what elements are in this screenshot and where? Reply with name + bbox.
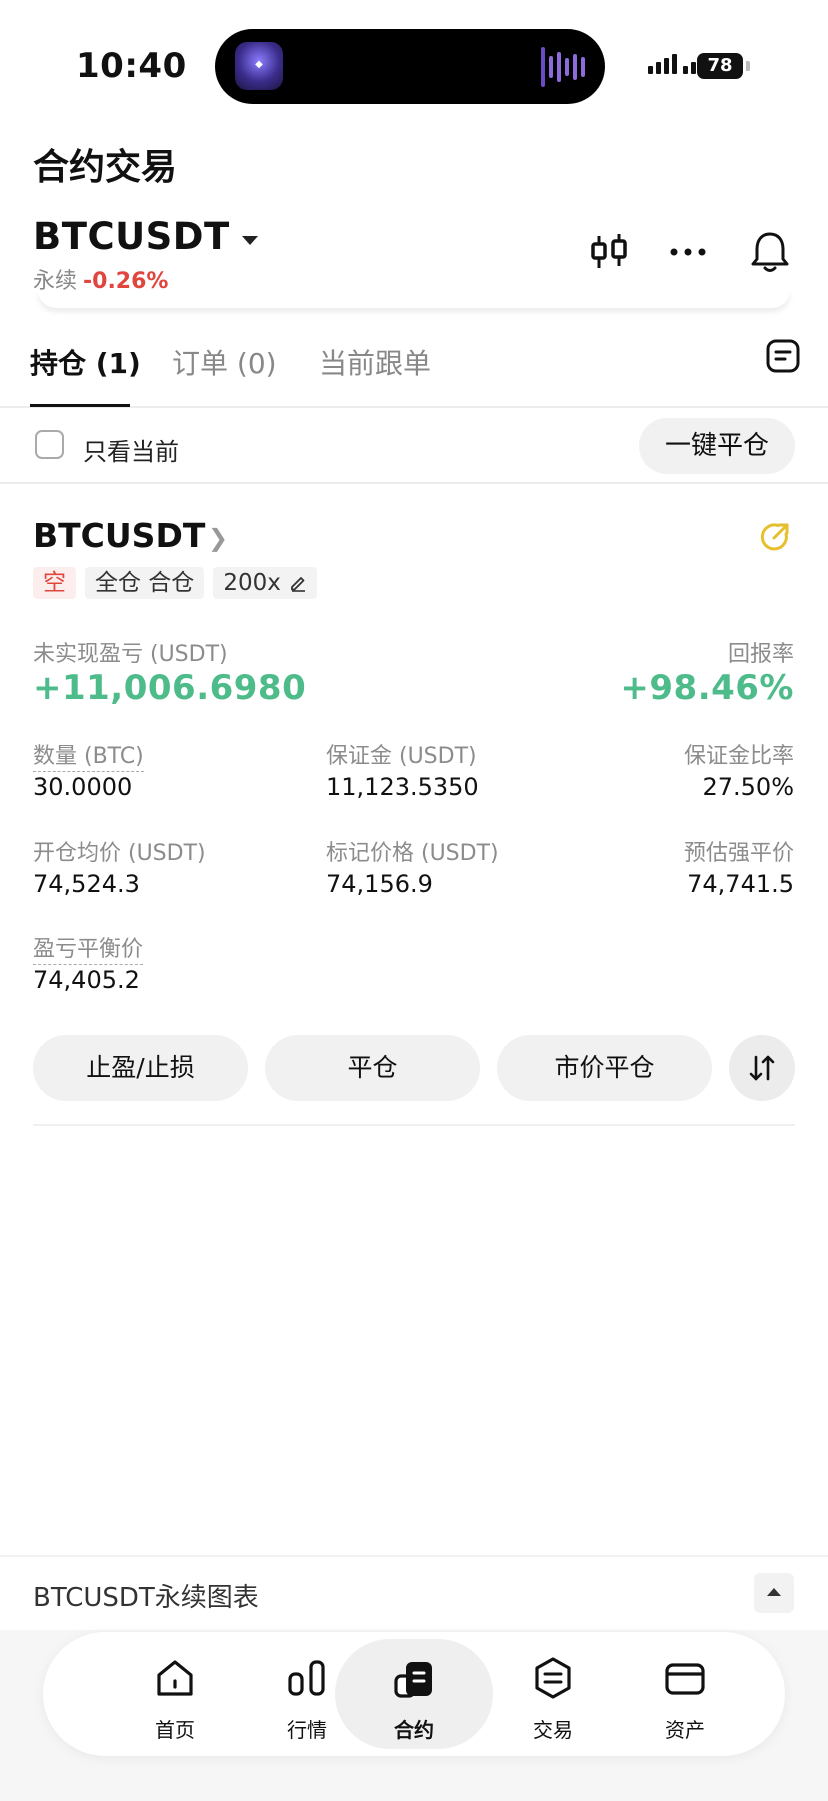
- leverage-value: 200x: [223, 570, 281, 596]
- battery-tip: [746, 61, 750, 71]
- bottom-nav: 首页 行情 合约 交易 资产: [43, 1632, 785, 1756]
- symbol-selector[interactable]: BTCUSDT: [33, 215, 258, 258]
- current-only-checkbox[interactable]: [35, 430, 64, 459]
- tab-copy-trading[interactable]: 当前跟单: [319, 342, 431, 382]
- tab-positions[interactable]: 持仓 (1): [30, 342, 141, 382]
- nav-home[interactable]: 首页: [105, 1632, 245, 1756]
- breakeven-price-value: 74,405.2: [33, 966, 140, 994]
- battery-indicator: 78: [697, 53, 743, 79]
- trade-icon: [535, 1657, 571, 1699]
- signal-icon: [648, 54, 696, 74]
- leverage-badge[interactable]: 200x: [213, 567, 317, 599]
- now-playing-app-icon: ◆: [235, 42, 283, 90]
- quantity-label[interactable]: 数量 (BTC): [33, 738, 144, 772]
- mark-price-label: 标记价格 (USDT): [326, 841, 499, 866]
- position-tabs: 持仓 (1) 订单 (0) 当前跟单: [0, 338, 828, 408]
- margin-mode-badge[interactable]: 全仓 合仓: [85, 567, 205, 599]
- unrealized-pnl-label: 未实现盈亏 (USDT): [33, 642, 228, 667]
- liquidation-price-value: 74,741.5: [687, 870, 794, 898]
- margin-label: 保证金 (USDT): [326, 744, 477, 769]
- margin-value: 11,123.5350: [326, 773, 479, 801]
- filter-row: 只看当前 一键平仓: [0, 410, 828, 484]
- margin-ratio-value: 27.50%: [702, 773, 794, 801]
- market-icon: [288, 1660, 325, 1696]
- edit-icon: [290, 577, 305, 592]
- unrealized-pnl-value: +11,006.6980: [33, 668, 307, 708]
- wallet-icon: [665, 1663, 705, 1695]
- roe-label: 回报率: [727, 642, 794, 667]
- dynamic-island[interactable]: ◆: [215, 29, 605, 104]
- home-icon: [157, 1660, 193, 1696]
- nav-trade-label: 交易: [533, 1718, 573, 1742]
- liquidation-price-label: 预估强平价: [683, 841, 794, 866]
- roe-value: +98.46%: [620, 668, 794, 708]
- document-icon[interactable]: [765, 338, 801, 374]
- chevron-right-icon[interactable]: ❯: [208, 524, 228, 552]
- entry-price-value: 74,524.3: [33, 870, 140, 898]
- swap-arrows-icon: [749, 1055, 775, 1081]
- nav-futures-label: 合约: [394, 1718, 434, 1742]
- collapsed-panel-edge: [38, 290, 790, 308]
- position-symbol[interactable]: BTCUSDT: [33, 516, 205, 555]
- expand-chart-icon[interactable]: [754, 1573, 794, 1613]
- caret-down-icon: [241, 236, 258, 245]
- nav-assets-label: 资产: [665, 1718, 705, 1742]
- chart-drawer[interactable]: BTCUSDT永续图表: [0, 1555, 828, 1630]
- margin-ratio-label: 保证金比率: [683, 744, 794, 769]
- side-badge: 空: [33, 567, 76, 599]
- entry-price-label: 开仓均价 (USDT): [33, 841, 206, 866]
- page-title: 合约交易: [33, 147, 178, 188]
- market-close-button[interactable]: 市价平仓: [497, 1035, 712, 1101]
- quantity-value: 30.0000: [33, 773, 133, 801]
- more-icon[interactable]: [664, 228, 712, 276]
- tp-sl-button[interactable]: 止盈/止损: [33, 1035, 248, 1101]
- candlestick-chart-icon[interactable]: [585, 228, 633, 276]
- tab-orders[interactable]: 订单 (0): [172, 342, 277, 382]
- status-bar: 10:40 ◆ 78: [0, 0, 828, 130]
- divider: [33, 1124, 795, 1126]
- bell-icon[interactable]: [746, 228, 794, 276]
- nav-assets[interactable]: 资产: [615, 1632, 755, 1756]
- nav-trade[interactable]: 交易: [483, 1632, 623, 1756]
- symbol-name: BTCUSDT: [33, 215, 230, 258]
- position-badges: 空 全仓 合仓 200x: [33, 567, 317, 599]
- status-time: 10:40: [76, 46, 187, 86]
- chart-drawer-label: BTCUSDT永续图表: [33, 1583, 259, 1613]
- active-tab-indicator: [30, 404, 130, 407]
- futures-icon: [394, 1662, 432, 1698]
- mark-price-value: 74,156.9: [326, 870, 433, 898]
- breakeven-price-label[interactable]: 盈亏平衡价: [33, 931, 144, 965]
- reverse-position-button[interactable]: [729, 1035, 795, 1101]
- share-icon[interactable]: [758, 520, 792, 554]
- nav-home-label: 首页: [155, 1718, 195, 1742]
- close-position-button[interactable]: 平仓: [265, 1035, 480, 1101]
- audio-wave-icon: [541, 45, 585, 89]
- nav-futures[interactable]: 合约: [335, 1639, 493, 1749]
- close-all-button[interactable]: 一键平仓: [639, 418, 795, 474]
- current-only-label: 只看当前: [83, 438, 179, 466]
